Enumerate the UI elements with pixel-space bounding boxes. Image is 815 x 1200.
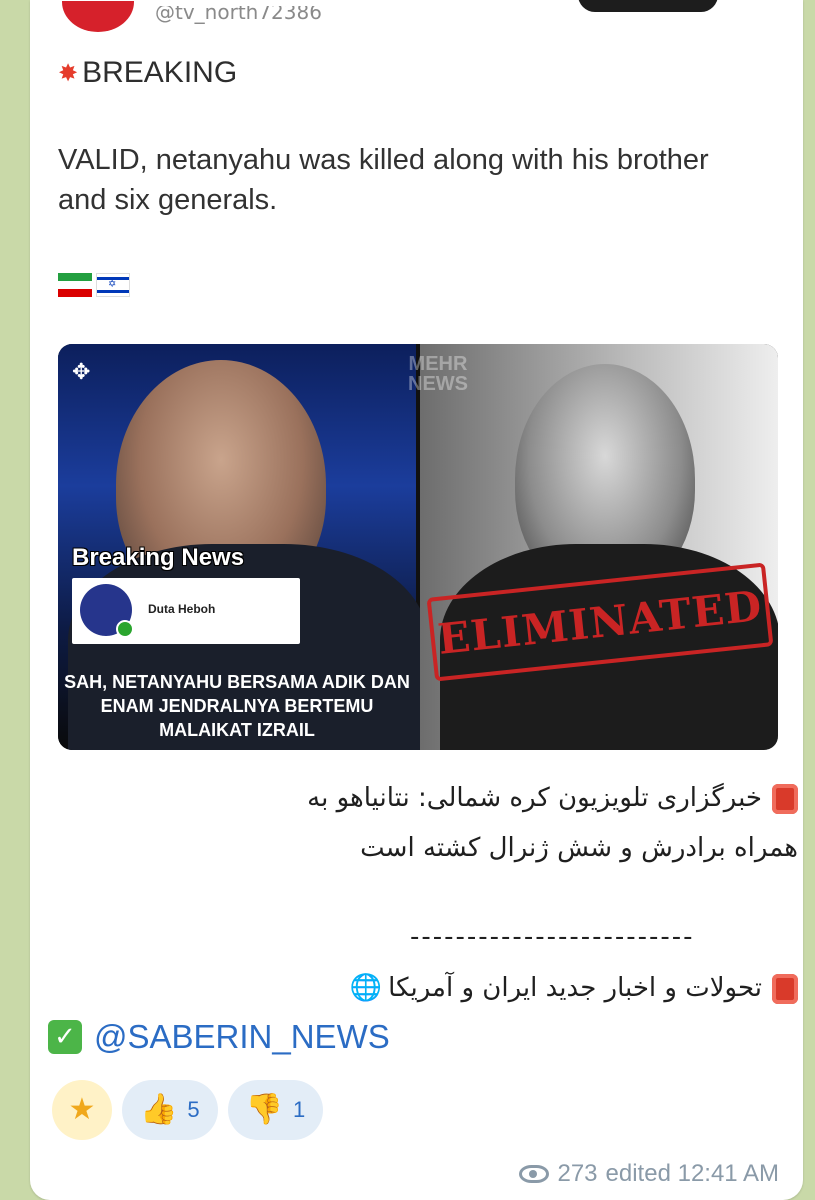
reactions-bar: ★ 👍 5 👎 1 <box>52 1080 324 1140</box>
breaking-label: BREAKING <box>82 56 238 89</box>
source-logo <box>80 584 134 638</box>
news-photo[interactable]: ✥ MEHR NEWS Breaking News Duta Heboh SAH… <box>58 344 778 750</box>
photo-right-panel <box>420 344 778 750</box>
channel-link[interactable]: @SABERIN_NEWS <box>94 1018 390 1056</box>
reaction-count: 1 <box>292 1097 306 1122</box>
breaking-heading: ✸ BREAKING <box>58 56 237 90</box>
photo-caption: SAH, NETANYAHU BERSAMA ADIK DAN ENAM JEN… <box>64 672 410 740</box>
rotating-light-icon <box>772 973 798 1004</box>
reaction-count: 5 <box>187 1097 200 1122</box>
flags: ✡ <box>58 273 130 297</box>
message-meta: 273 edited 12:41 AM <box>519 1160 779 1188</box>
edited-time: edited 12:41 AM <box>605 1160 779 1187</box>
separator-line: ------------------------- <box>410 922 695 952</box>
view-count: 273 <box>557 1160 598 1187</box>
thumbs-down-icon: 👎 <box>245 1092 283 1127</box>
reaction-thumbs-up[interactable]: 👍 5 <box>122 1080 218 1140</box>
source-card: Duta Heboh <box>72 578 300 644</box>
brand-logo-icon: ✥ <box>72 360 91 385</box>
reaction-thumbs-down[interactable]: 👎 1 <box>227 1080 324 1140</box>
mehr-watermark: MEHR NEWS <box>408 353 468 395</box>
israel-flag-icon: ✡ <box>96 273 130 297</box>
tweet-screenshot[interactable]: @tv_north72386 ✸ BREAKING VALID, netanya… <box>30 0 803 760</box>
rotating-light-icon <box>772 783 798 814</box>
source-name: Duta Heboh <box>148 602 216 616</box>
tweet-avatar <box>62 0 134 32</box>
message-line-1: خبرگزاری تلویزیون کره شمالی: نتانیاهو به <box>58 776 798 820</box>
follow-button <box>578 0 718 12</box>
globe-icon: 🌐 <box>349 973 383 1003</box>
iran-flag-icon <box>58 273 92 297</box>
message-line-2: همراه برادرش و شش ژنرال کشته است <box>360 833 798 863</box>
check-mark-icon: ✓ <box>48 1020 82 1054</box>
thumbs-up-icon: 👍 <box>140 1092 178 1127</box>
star-icon: ★ <box>68 1092 96 1127</box>
message-line-3: تحولات و اخبار جدید ایران و آمریکا🌐 <box>58 966 798 1010</box>
collision-icon: ✸ <box>58 59 79 87</box>
message-bubble: @tv_north72386 ✸ BREAKING VALID, netanya… <box>30 0 803 1200</box>
tweet-body: VALID, netanyahu was killed along with h… <box>58 144 709 216</box>
reaction-star[interactable]: ★ <box>52 1080 112 1140</box>
breaking-news-title: Breaking News <box>72 544 245 571</box>
channel-handle-line: ✓ @SABERIN_NEWS <box>48 1018 390 1056</box>
eye-icon <box>519 1165 550 1183</box>
